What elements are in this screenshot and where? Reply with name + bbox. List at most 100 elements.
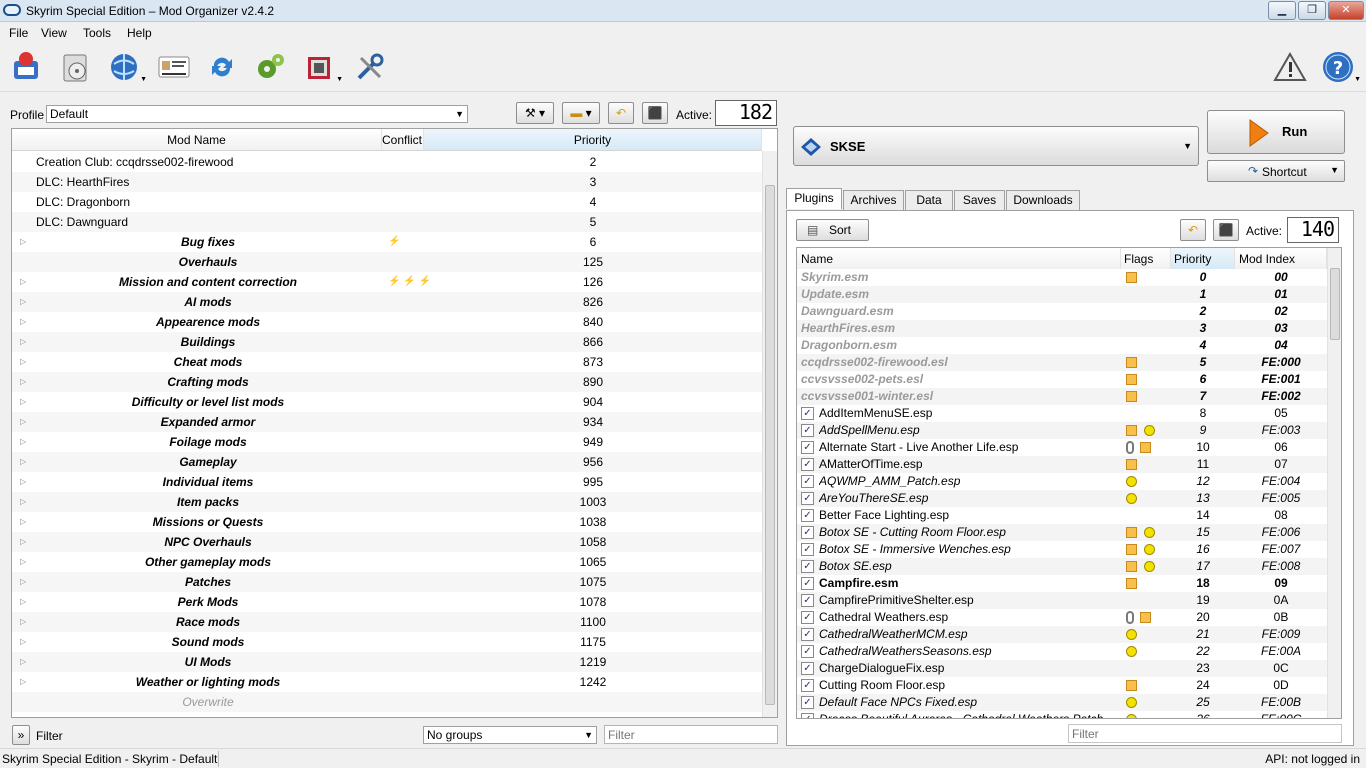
plugin-row[interactable]: ✓ CathedralWeathersSeasons.esp 22 FE:00A [797, 643, 1327, 660]
separator-row[interactable]: ▷ NPC Overhauls 1058 [12, 532, 762, 552]
archive-icon[interactable] [58, 49, 94, 85]
plugin-row[interactable]: ✓ AddSpellMenu.esp 9 FE:003 [797, 422, 1327, 439]
restore-backup-button[interactable]: ↶ [608, 102, 634, 124]
plugin-row[interactable]: ✓ Botox SE - Cutting Room Floor.esp 15 FE:0… [797, 524, 1327, 541]
expand-arrow-icon[interactable]: ▷ [20, 272, 26, 292]
tab-plugins[interactable]: Plugins [786, 188, 842, 209]
expand-arrow-icon[interactable]: ▷ [20, 492, 26, 512]
plugin-checkbox[interactable]: ✓ [801, 492, 814, 505]
overwrite-row[interactable]: Overwrite [12, 692, 762, 712]
expand-arrow-icon[interactable]: ▷ [20, 432, 26, 452]
instance-icon[interactable] [8, 49, 44, 85]
expand-arrow-icon[interactable]: ▷ [20, 392, 26, 412]
plugin-checkbox[interactable]: ✓ [801, 543, 814, 556]
plugin-row[interactable]: ✓ Botox SE.esp 17 FE:008 [797, 558, 1327, 575]
mod-list-scrollbar[interactable] [762, 151, 777, 717]
separator-row[interactable]: ▷ Perk Mods 1078 [12, 592, 762, 612]
expand-arrow-icon[interactable]: ▷ [20, 332, 26, 352]
tab-downloads[interactable]: Downloads [1006, 190, 1080, 210]
plugin-checkbox[interactable]: ✓ [801, 594, 814, 607]
expand-arrow-icon[interactable]: ▷ [20, 632, 26, 652]
expand-arrow-icon[interactable]: ▷ [20, 612, 26, 632]
plugin-row[interactable]: HearthFires.esm 3 03 [797, 320, 1327, 337]
filter-toggle-button[interactable]: » [12, 725, 30, 745]
plugin-row[interactable]: ✓ Default Face NPCs Fixed.esp 25 FE:00B [797, 694, 1327, 711]
expand-arrow-icon[interactable]: ▷ [20, 232, 26, 252]
plugin-checkbox[interactable]: ✓ [801, 679, 814, 692]
separator-row[interactable]: ▷ Individual items 995 [12, 472, 762, 492]
plugin-row[interactable]: ccvsvsse001-winter.esl 7 FE:002 [797, 388, 1327, 405]
separator-row[interactable]: ▷ Item packs 1003 [12, 492, 762, 512]
expand-arrow-icon[interactable]: ▷ [20, 292, 26, 312]
expand-arrow-icon[interactable]: ▷ [20, 572, 26, 592]
profiles-icon[interactable] [156, 49, 192, 85]
mod-actions-button[interactable]: ⚒ ▾ [516, 102, 554, 124]
settings-icon[interactable] [252, 49, 288, 85]
plugin-checkbox[interactable]: ✓ [801, 424, 814, 437]
plugin-row[interactable]: Update.esm 1 01 [797, 286, 1327, 303]
plugin-checkbox[interactable]: ✓ [801, 611, 814, 624]
plugin-checkbox[interactable]: ✓ [801, 560, 814, 573]
plugin-row[interactable]: ✓ AddItemMenuSE.esp 8 05 [797, 405, 1327, 422]
profile-select[interactable]: Default ▼ [46, 105, 468, 123]
mod-row[interactable]: DLC: Dawnguard 5 [12, 212, 762, 232]
plugin-checkbox[interactable]: ✓ [801, 475, 814, 488]
expand-arrow-icon[interactable]: ▷ [20, 672, 26, 692]
column-conflict[interactable]: Conflict [382, 129, 424, 151]
plugin-row[interactable]: ccqdrsse002-firewood.esl 5 FE:000 [797, 354, 1327, 371]
plugin-row[interactable]: ccvsvsse002-pets.esl 6 FE:001 [797, 371, 1327, 388]
plugin-row[interactable]: Skyrim.esm 0 00 [797, 269, 1327, 286]
separator-row[interactable]: ▷ Mission and content correction ⚡ ⚡ ⚡ 126 [12, 272, 762, 292]
tab-data[interactable]: Data [905, 190, 953, 210]
plugin-row[interactable]: ✓ Cutting Room Floor.esp 24 0D [797, 677, 1327, 694]
sort-button[interactable]: ▤ Sort [796, 219, 869, 241]
expand-arrow-icon[interactable]: ▷ [20, 412, 26, 432]
separator-row[interactable]: ▷ Difficulty or level list mods 904 [12, 392, 762, 412]
plugin-checkbox[interactable]: ✓ [801, 526, 814, 539]
shortcut-button[interactable]: ↷ Shortcut ▼ [1207, 160, 1345, 182]
nexus-icon[interactable]: ▼ [106, 49, 147, 85]
plugin-checkbox[interactable]: ✓ [801, 696, 814, 709]
separator-row[interactable]: ▷ Patches 1075 [12, 572, 762, 592]
column-mod-name[interactable]: Mod Name [12, 129, 382, 151]
separator-row[interactable]: ▷ AI mods 826 [12, 292, 762, 312]
scrollbar-thumb[interactable] [765, 185, 775, 705]
refresh-icon[interactable] [204, 49, 240, 85]
column-name[interactable]: Name [797, 248, 1121, 270]
plugin-row[interactable]: ✓ Alternate Start - Live Another Life.esp… [797, 439, 1327, 456]
warning-icon[interactable] [1272, 49, 1308, 85]
mod-row[interactable]: DLC: HearthFires 3 [12, 172, 762, 192]
plugin-row[interactable]: ✓ AMatterOfTime.esp 11 07 [797, 456, 1327, 473]
mod-row[interactable]: Creation Club: ccqdrsse002-firewood 2 [12, 152, 762, 172]
plugin-row[interactable]: ✓ Dracos Beautiful Auroras - Cathedral We… [797, 711, 1327, 718]
menu-view[interactable]: View [41, 26, 67, 40]
menu-file[interactable]: File [9, 26, 28, 40]
plugin-checkbox[interactable]: ✓ [801, 509, 814, 522]
column-priority[interactable]: Priority [424, 129, 762, 151]
plugin-checkbox[interactable]: ✓ [801, 645, 814, 658]
plugin-filter-input[interactable] [1068, 724, 1342, 743]
separator-row[interactable]: ▷ UI Mods 1219 [12, 652, 762, 672]
minimize-button[interactable]: ▁ [1268, 1, 1296, 20]
separator-row[interactable]: ▷ Race mods 1100 [12, 612, 762, 632]
expand-arrow-icon[interactable]: ▷ [20, 552, 26, 572]
plugin-checkbox[interactable]: ✓ [801, 407, 814, 420]
run-button[interactable]: Run [1207, 110, 1345, 154]
plugin-row[interactable]: ✓ CathedralWeatherMCM.esp 21 FE:009 [797, 626, 1327, 643]
plugin-row[interactable]: ✓ ChargeDialogueFix.esp 23 0C [797, 660, 1327, 677]
separator-row[interactable]: ▷ Appearence mods 840 [12, 312, 762, 332]
plugin-list-scrollbar[interactable] [1327, 248, 1341, 718]
plugin-checkbox[interactable]: ✓ [801, 458, 814, 471]
separator-row[interactable]: ▷ Cheat mods 873 [12, 352, 762, 372]
separator-row[interactable]: ▷ Expanded armor 934 [12, 412, 762, 432]
plugins-backup-button[interactable]: ⬛ [1213, 219, 1239, 241]
separator-row[interactable]: ▷ Weather or lighting mods 1242 [12, 672, 762, 692]
mod-row[interactable]: DLC: Dragonborn 4 [12, 192, 762, 212]
expand-arrow-icon[interactable]: ▷ [20, 592, 26, 612]
plugin-list[interactable]: Name Flags Priority Mod Index Skyrim.esm… [796, 247, 1342, 719]
expand-arrow-icon[interactable]: ▷ [20, 372, 26, 392]
tools-icon[interactable] [352, 49, 388, 85]
groups-select[interactable]: No groups ▼ [423, 726, 597, 744]
separator-row[interactable]: ▷ Buildings 866 [12, 332, 762, 352]
close-button[interactable]: ✕ [1328, 1, 1364, 20]
